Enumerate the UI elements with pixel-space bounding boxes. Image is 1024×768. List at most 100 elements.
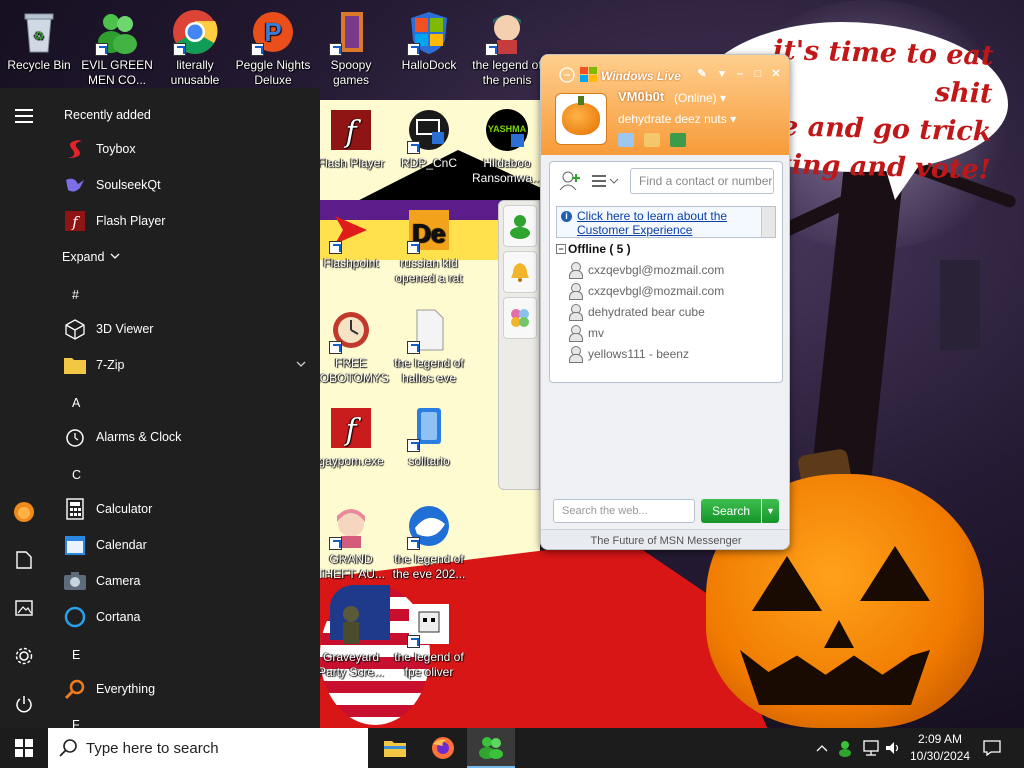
- section-letter-c[interactable]: C: [72, 468, 81, 482]
- start-menu-rail: [0, 88, 48, 728]
- side-tab-games[interactable]: [503, 297, 537, 339]
- app-calendar[interactable]: Calendar: [62, 529, 314, 561]
- contact-item[interactable]: yellows111 - beenz: [568, 344, 689, 364]
- app-calculator[interactable]: Calculator: [62, 493, 314, 525]
- app-3d-viewer[interactable]: 3D Viewer: [62, 313, 314, 345]
- desktop-icon-legend-of-fpe-oliver[interactable]: the legend of fpe oliver: [390, 600, 468, 680]
- search-dropdown-button[interactable]: ▼: [762, 499, 779, 523]
- desktop-icon-legend-of-the-penis[interactable]: the legend of the penis: [468, 8, 546, 88]
- msn-menu-icon[interactable]: [559, 67, 575, 83]
- close-button[interactable]: ✕: [769, 67, 783, 81]
- header-quick-icons: [618, 133, 686, 147]
- desktop-icon-russian-kid[interactable]: De russian kid opened a rat: [390, 206, 468, 286]
- hamburger-menu-button[interactable]: [0, 94, 48, 138]
- desktop-icon-hildaboo[interactable]: YASHMA Hildaboo Ransomwa...: [468, 106, 546, 186]
- contact-item[interactable]: cxzqevbgl@mozmail.com: [568, 260, 724, 280]
- customer-experience-link[interactable]: Click here to learn about the Customer E…: [577, 209, 757, 237]
- maximize-button[interactable]: □: [751, 67, 765, 81]
- find-contact-input[interactable]: Find a contact or number: [630, 168, 774, 194]
- settings-button[interactable]: [0, 634, 48, 678]
- app-flash-player[interactable]: f Flash Player: [62, 205, 314, 237]
- windows-shield-icon: [405, 8, 453, 56]
- tray-network[interactable]: [860, 728, 882, 768]
- display-name[interactable]: VM0b0t: [618, 89, 664, 104]
- chevron-down-icon: ▼: [766, 506, 775, 516]
- web-search-button[interactable]: Search: [701, 499, 761, 523]
- msn-today-icon[interactable]: [670, 133, 686, 147]
- folder-icon: [62, 352, 88, 378]
- contact-item[interactable]: cxzqevbgl@mozmail.com: [568, 281, 724, 301]
- hamburger-icon: [15, 109, 33, 123]
- desktop-icon-legend-of-hallos-eve[interactable]: the legend of hallos eve: [390, 306, 468, 386]
- solitaire-icon: [405, 404, 453, 452]
- desktop-icon-evil-green-men[interactable]: EVIL GREEN MEN CO...: [78, 8, 156, 88]
- power-button[interactable]: [0, 682, 48, 726]
- user-account-button[interactable]: [0, 490, 48, 534]
- msn-window-title: Windows Live: [601, 69, 681, 83]
- documents-button[interactable]: [0, 538, 48, 582]
- msn-footer: The Future of MSN Messenger: [541, 529, 789, 549]
- section-letter-f[interactable]: F: [72, 718, 80, 728]
- expand-button[interactable]: Expand: [62, 241, 314, 273]
- app-toybox[interactable]: Toybox: [62, 133, 314, 165]
- folder-icon[interactable]: [644, 133, 660, 147]
- app-soulseekqt[interactable]: SoulseekQt: [62, 169, 314, 201]
- web-search-input[interactable]: Search the web...: [553, 499, 695, 523]
- app-cortana[interactable]: Cortana: [62, 601, 314, 633]
- desktop-icon-rdp-cnc[interactable]: RDP_CnC: [390, 106, 468, 171]
- app-alarms-clock[interactable]: Alarms & Clock: [62, 421, 314, 453]
- mail-icon[interactable]: [618, 133, 634, 147]
- shortcut-arrow-icon: [407, 141, 420, 154]
- shortcut-arrow-icon: [407, 635, 420, 648]
- desktop-icon-free-lobotomys[interactable]: FREE LOBOTOMYS: [312, 306, 390, 386]
- desktop-icon-hallodock[interactable]: HalloDock: [390, 8, 468, 73]
- desktop-icon-recycle-bin[interactable]: ♻ Recycle Bin: [0, 8, 78, 73]
- desktop-icon-grand-theft-au[interactable]: GRAND THEFT AU...: [312, 502, 390, 582]
- status-selector[interactable]: (Online) ▾: [674, 91, 726, 105]
- show-hidden-icons-button[interactable]: [812, 728, 832, 768]
- desktop-icon-gaypom[interactable]: f gaypom.exe: [312, 404, 390, 469]
- start-button[interactable]: [0, 728, 48, 768]
- info-icon: i: [561, 211, 572, 222]
- chevron-down-icon[interactable]: [296, 361, 306, 369]
- taskbar-search-box[interactable]: Type here to search: [48, 728, 368, 768]
- banner-scrollbar[interactable]: [761, 207, 775, 237]
- desktop-icon-flash-player[interactable]: f Flash Player: [312, 106, 390, 171]
- collapse-toggle-icon[interactable]: −: [556, 244, 566, 254]
- contact-item[interactable]: mv: [568, 323, 604, 343]
- desktop-icon-legend-of-the-eve[interactable]: the legend of the eve 202...: [390, 502, 468, 582]
- contact-item[interactable]: dehydrated bear cube: [568, 302, 705, 322]
- desktop-icon-spoopy-games[interactable]: Spoopy games: [312, 8, 390, 88]
- section-letter-e[interactable]: E: [72, 648, 80, 662]
- action-center-button[interactable]: [980, 728, 1004, 768]
- list-view-icon[interactable]: [590, 170, 620, 192]
- side-tab-contacts[interactable]: [503, 205, 537, 247]
- offline-group-header[interactable]: − Offline ( 5 ): [556, 242, 631, 256]
- app-camera[interactable]: Camera: [62, 565, 314, 597]
- display-picture[interactable]: [555, 93, 607, 145]
- personal-message[interactable]: dehydrate deez nuts ▾: [618, 112, 736, 126]
- desktop-icon-flashpoint[interactable]: Flashpoint: [312, 206, 390, 271]
- calculator-icon: [62, 496, 88, 522]
- taskbar-msn-messenger[interactable]: [467, 728, 515, 768]
- taskbar-firefox[interactable]: [419, 728, 467, 768]
- msn-buddies-icon: [93, 8, 141, 56]
- section-letter-a[interactable]: A: [72, 396, 80, 410]
- side-tab-alerts[interactable]: [503, 251, 537, 293]
- section-letter-hash[interactable]: #: [72, 288, 79, 302]
- desktop-icon-graveyard-party[interactable]: Graveyard Party Scre...: [312, 600, 390, 680]
- menu-dropdown-icon[interactable]: ▾: [715, 67, 729, 81]
- minimize-button[interactable]: –: [733, 67, 747, 81]
- add-contact-icon[interactable]: [558, 170, 582, 192]
- pictures-button[interactable]: [0, 586, 48, 630]
- app-7-zip[interactable]: 7-Zip: [62, 349, 314, 381]
- desktop-icon-peggle[interactable]: P Peggle Nights Deluxe: [234, 8, 312, 88]
- desktop-icon-solitario[interactable]: solitario: [390, 404, 468, 469]
- tray-clock[interactable]: 2:09 AM 10/30/2024: [900, 731, 980, 765]
- desktop-icon-literally-unusable[interactable]: literally unusable: [156, 8, 234, 88]
- taskbar-file-explorer[interactable]: [371, 728, 419, 768]
- app-everything[interactable]: Everything: [62, 673, 314, 705]
- tray-msn-messenger[interactable]: [836, 728, 858, 768]
- msn-side-tabs: [498, 200, 540, 490]
- paint-bucket-icon[interactable]: ✎: [695, 67, 709, 81]
